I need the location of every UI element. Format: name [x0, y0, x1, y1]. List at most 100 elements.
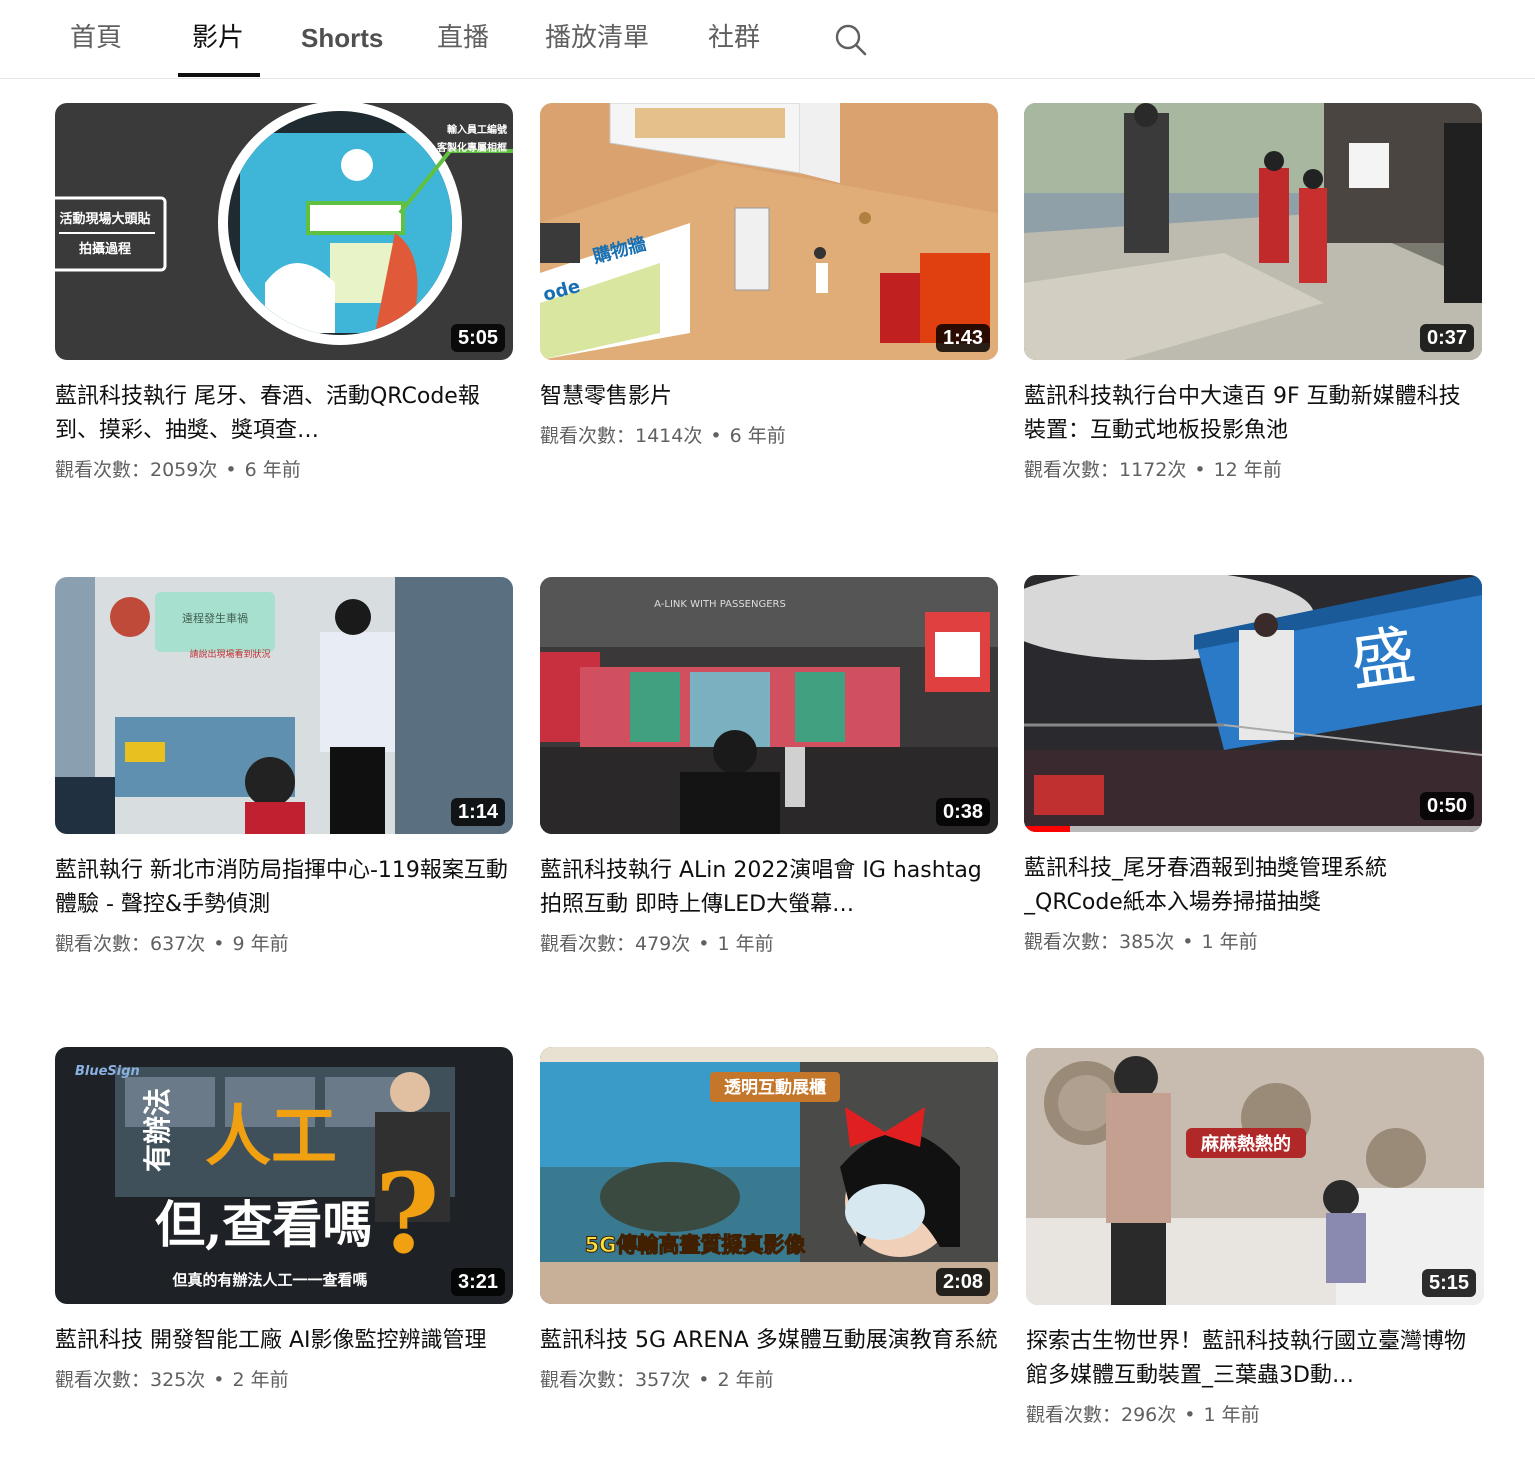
separator-dot: • [710, 425, 722, 447]
view-count: 觀看次數：2059次 [55, 459, 218, 481]
thumb-logo: BlueSign [75, 1064, 140, 1079]
video-meta: 觀看次數：325次 • 2 年前 [55, 1366, 513, 1394]
thumbnail-image: 輸入員工編號 客製化專屬相框 活動現場大頭貼 拍攝過程 [55, 103, 513, 360]
video-title[interactable]: 藍訊科技_尾牙春酒報到抽獎管理系統_QRCode紙本入場券掃描抽獎 [1024, 852, 1482, 920]
video-title[interactable]: 智慧零售影片 [540, 380, 998, 414]
separator-dot: • [698, 933, 710, 955]
video-thumbnail[interactable]: 0:37 [1024, 103, 1482, 360]
video-meta: 觀看次數：2059次 • 6 年前 [55, 456, 513, 484]
video-thumbnail[interactable]: 透明互動展櫃 5G傳輸高畫質擬真影像 2:08 [540, 1047, 998, 1304]
channel-tab-bar: 首頁 影片 Shorts 直播 播放清單 社群 [0, 0, 1535, 79]
thumb-label: 有辦法 [141, 1088, 174, 1172]
video-duration: 3:21 [450, 1268, 505, 1296]
thumb-label: 請說出現場看到狀況 [189, 648, 270, 660]
video-duration: 5:05 [450, 324, 505, 352]
thumb-label: 輸入員工編號 [447, 123, 507, 136]
video-duration: 0:50 [1419, 792, 1474, 820]
separator-dot: • [1184, 1404, 1196, 1426]
upload-age: 6 年前 [244, 459, 301, 481]
upload-age: 1 年前 [1201, 931, 1258, 953]
video-meta: 觀看次數：637次 • 9 年前 [55, 930, 513, 958]
separator-dot: • [225, 459, 237, 481]
thumb-label: 5G傳輸高畫質擬真影像 [585, 1233, 807, 1257]
video-card[interactable]: 輸入員工編號 客製化專屬相框 活動現場大頭貼 拍攝過程 5:05 藍訊科技執行 … [55, 103, 513, 484]
video-title[interactable]: 藍訊科技執行 ALin 2022演唱會 IG hashtag拍照互動 即時上傳L… [540, 854, 998, 922]
view-count: 觀看次數：325次 [55, 1369, 206, 1391]
video-title[interactable]: 探索古生物世界！藍訊科技執行國立臺灣博物館多媒體互動裝置_三葉蟲3D動… [1026, 1325, 1484, 1393]
upload-age: 12 年前 [1213, 459, 1282, 481]
thumbnail-image [1024, 103, 1482, 360]
tab-videos[interactable]: 影片 [192, 18, 244, 58]
separator-dot: • [213, 933, 225, 955]
video-card[interactable]: 遠程發生車禍 請說出現場看到狀況 1:14 藍訊執行 新北市消防局指揮中心-11… [55, 577, 513, 958]
video-meta: 觀看次數：1172次 • 12 年前 [1024, 456, 1482, 484]
upload-age: 2 年前 [717, 1369, 774, 1391]
video-thumbnail[interactable]: 購物牆 ode 1:43 [540, 103, 998, 360]
thumbnail-image: BlueSign 人工 有辦法 但,查看嗎 ? 但真的有辦法人工一一查看嗎 [55, 1047, 513, 1304]
video-card[interactable]: 透明互動展櫃 5G傳輸高畫質擬真影像 2:08 藍訊科技 5G ARENA 多媒… [540, 1047, 998, 1394]
view-count: 觀看次數：357次 [540, 1369, 691, 1391]
thumb-label: 透明互動展櫃 [724, 1077, 826, 1098]
thumb-label: 盛 [1346, 619, 1420, 701]
upload-age: 1 年前 [1203, 1404, 1260, 1426]
search-button[interactable] [828, 18, 872, 62]
tab-home[interactable]: 首頁 [70, 18, 122, 58]
video-title[interactable]: 藍訊科技 5G ARENA 多媒體互動展演教育系統 [540, 1324, 998, 1358]
video-meta: 觀看次數：357次 • 2 年前 [540, 1366, 998, 1394]
thumb-label: 拍攝過程 [79, 241, 131, 257]
video-thumbnail[interactable]: 輸入員工編號 客製化專屬相框 活動現場大頭貼 拍攝過程 5:05 [55, 103, 513, 360]
tab-live[interactable]: 直播 [437, 18, 489, 58]
video-title[interactable]: 藍訊科技 開發智能工廠 AI影像監控辨識管理 [55, 1324, 513, 1358]
thumb-label: 麻麻熱熱的 [1200, 1133, 1291, 1155]
separator-dot: • [698, 1369, 710, 1391]
video-card[interactable]: 0:37 藍訊科技執行台中大遠百 9F 互動新媒體科技裝置：互動式地板投影魚池 … [1024, 103, 1482, 484]
video-card[interactable]: BlueSign 人工 有辦法 但,查看嗎 ? 但真的有辦法人工一一查看嗎 3:… [55, 1047, 513, 1394]
upload-age: 1 年前 [717, 933, 774, 955]
video-duration: 0:37 [1419, 324, 1474, 352]
video-title[interactable]: 藍訊執行 新北市消防局指揮中心-119報案互動體驗 - 聲控&手勢偵測 [55, 854, 513, 922]
video-meta: 觀看次數：1414次 • 6 年前 [540, 422, 998, 450]
video-card[interactable]: 盛 0:50 藍訊科技_尾牙春酒報到抽獎管理系統_QRCode紙本入場券掃描抽獎… [1024, 575, 1482, 956]
separator-dot: • [1194, 459, 1206, 481]
video-meta: 觀看次數：385次 • 1 年前 [1024, 928, 1482, 956]
view-count: 觀看次數：479次 [540, 933, 691, 955]
video-thumbnail[interactable]: 麻麻熱熱的 5:15 [1026, 1048, 1484, 1305]
video-duration: 2:08 [935, 1268, 990, 1296]
video-duration: 1:14 [450, 798, 505, 826]
thumbnail-image: 透明互動展櫃 5G傳輸高畫質擬真影像 [540, 1047, 998, 1304]
tab-community[interactable]: 社群 [708, 18, 760, 58]
view-count: 觀看次數：1414次 [540, 425, 703, 447]
video-card[interactable]: 購物牆 ode 1:43 智慧零售影片 觀看次數：1414次 • 6 年前 [540, 103, 998, 450]
view-count: 觀看次數：385次 [1024, 931, 1175, 953]
thumb-label: 活動現場大頭貼 [59, 211, 150, 227]
video-duration: 0:38 [935, 798, 990, 826]
upload-age: 2 年前 [232, 1369, 289, 1391]
video-title[interactable]: 藍訊科技執行台中大遠百 9F 互動新媒體科技裝置：互動式地板投影魚池 [1024, 380, 1482, 448]
separator-dot: • [213, 1369, 225, 1391]
upload-age: 6 年前 [729, 425, 786, 447]
thumbnail-image: 購物牆 ode [540, 103, 998, 360]
upload-age: 9 年前 [232, 933, 289, 955]
view-count: 觀看次數：1172次 [1024, 459, 1187, 481]
search-icon [835, 24, 867, 56]
video-card[interactable]: A-LINK WITH PASSENGERS 0:38 藍訊科技執行 ALin … [540, 577, 998, 958]
tab-playlists[interactable]: 播放清單 [545, 18, 649, 58]
watch-progress-bar [1024, 826, 1482, 832]
video-duration: 5:15 [1421, 1269, 1476, 1297]
thumb-label: ? [375, 1149, 439, 1278]
separator-dot: • [1182, 931, 1194, 953]
video-thumbnail[interactable]: 遠程發生車禍 請說出現場看到狀況 1:14 [55, 577, 513, 834]
thumbnail-image: A-LINK WITH PASSENGERS [540, 577, 998, 834]
video-thumbnail[interactable]: 盛 0:50 [1024, 575, 1482, 832]
thumbnail-image: 麻麻熱熱的 [1026, 1048, 1484, 1305]
view-count: 觀看次數：637次 [55, 933, 206, 955]
thumb-label: 客製化專屬相框 [436, 141, 507, 154]
video-meta: 觀看次數：296次 • 1 年前 [1026, 1401, 1484, 1429]
video-thumbnail[interactable]: BlueSign 人工 有辦法 但,查看嗎 ? 但真的有辦法人工一一查看嗎 3:… [55, 1047, 513, 1304]
video-card[interactable]: 麻麻熱熱的 5:15 探索古生物世界！藍訊科技執行國立臺灣博物館多媒體互動裝置_… [1026, 1048, 1484, 1429]
thumb-label: 遠程發生車禍 [182, 611, 248, 625]
video-meta: 觀看次數：479次 • 1 年前 [540, 930, 998, 958]
tab-shorts[interactable]: Shorts [301, 18, 383, 58]
video-title[interactable]: 藍訊科技執行 尾牙、春酒、活動QRCode報到、摸彩、抽獎、獎項查… [55, 380, 513, 448]
video-thumbnail[interactable]: A-LINK WITH PASSENGERS 0:38 [540, 577, 998, 834]
